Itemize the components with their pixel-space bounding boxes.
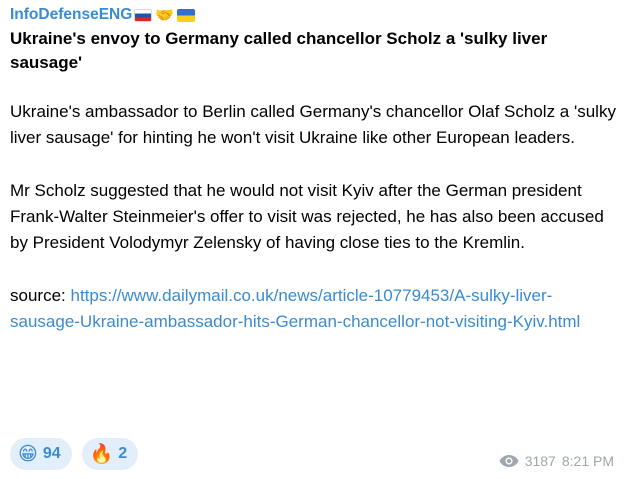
post-paragraph-1: Ukraine's ambassador to Berlin called Ge… bbox=[10, 102, 616, 147]
fire-icon: 🔥 bbox=[89, 443, 114, 465]
channel-header: InfoDefenseENG 🤝 bbox=[10, 3, 614, 27]
post-footer: 😁 94 🔥 2 3187 8:21 PM bbox=[10, 437, 614, 471]
source-label: source: bbox=[10, 286, 66, 305]
view-count: 3187 bbox=[524, 453, 556, 469]
grinning-face-icon: 😁 bbox=[18, 443, 38, 465]
channel-name[interactable]: InfoDefenseENG bbox=[10, 3, 132, 27]
ukraine-flag-icon bbox=[177, 8, 195, 22]
post-title: Ukraine's envoy to Germany called chance… bbox=[10, 29, 548, 72]
handshake-icon: 🤝 bbox=[155, 6, 174, 24]
channel-flags: 🤝 bbox=[134, 8, 195, 23]
reaction-count: 94 bbox=[42, 445, 61, 462]
eye-icon bbox=[499, 455, 519, 467]
source-link[interactable]: https://www.dailymail.co.uk/news/article… bbox=[10, 286, 580, 331]
reaction-fire[interactable]: 🔥 2 bbox=[81, 438, 139, 470]
reactions-bar: 😁 94 🔥 2 bbox=[10, 438, 139, 470]
russia-flag-icon bbox=[134, 8, 153, 22]
post-source: source: https://www.dailymail.co.uk/news… bbox=[10, 283, 616, 335]
post-time: 8:21 PM bbox=[561, 453, 614, 469]
reaction-count: 2 bbox=[118, 445, 128, 462]
post-paragraph-2: Mr Scholz suggested that he would not vi… bbox=[10, 181, 604, 252]
post-meta: 3187 8:21 PM bbox=[499, 453, 614, 469]
channel-post: InfoDefenseENG 🤝 Ukraine's envoy to Germ… bbox=[0, 0, 628, 479]
reaction-grinning[interactable]: 😁 94 bbox=[10, 438, 72, 470]
